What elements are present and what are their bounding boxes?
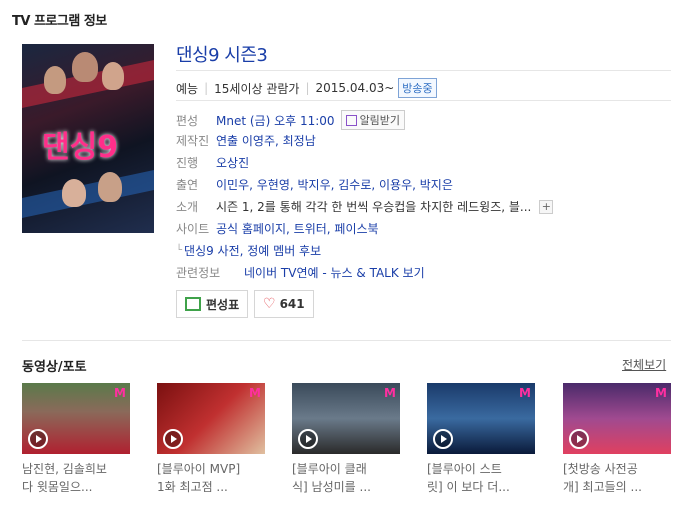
broadcast-schedule-link[interactable]: Mnet (금) 오후 11:00	[216, 112, 335, 129]
like-button[interactable]: ♡ 641	[254, 290, 314, 318]
video-caption[interactable]: [블루아이 MVP] 1화 최고점 ...	[157, 460, 267, 496]
channel-logo: M	[519, 386, 531, 400]
site-links[interactable]: 공식 홈페이지, 트위터, 페이스북	[216, 220, 379, 237]
host-link[interactable]: 오상진	[216, 154, 249, 171]
program-poster[interactable]: 댄싱9	[22, 44, 154, 233]
detail-label: 진행	[176, 156, 199, 170]
video-thumbnail[interactable]: M	[157, 383, 265, 454]
play-icon	[28, 429, 48, 449]
alarm-button[interactable]: 알림받기	[340, 110, 406, 130]
video-thumbnail[interactable]: M	[292, 383, 400, 454]
channel-logo: M	[114, 386, 126, 400]
onair-badge: 방송중	[398, 78, 437, 98]
alarm-label: 알림받기	[359, 114, 401, 127]
start-date: 2015.04.03~	[315, 81, 395, 95]
detail-row-staff: 제작진 연출 이영주, 최정남	[176, 132, 316, 149]
play-icon	[569, 429, 589, 449]
like-count: 641	[279, 297, 305, 311]
heart-icon: ♡	[263, 296, 276, 312]
genre: 예능	[176, 81, 199, 96]
poster-title: 댄싱9	[42, 130, 119, 165]
media-title: 동영상/포토	[22, 360, 87, 375]
detail-label: 출연	[176, 178, 199, 192]
video-thumbnail[interactable]: M	[22, 383, 130, 454]
extra-link[interactable]: 댄싱9 사전, 정예 멤버 후보	[184, 242, 321, 259]
play-icon	[433, 429, 453, 449]
expand-icon[interactable]: +	[539, 199, 554, 214]
channel-logo: M	[249, 386, 261, 400]
schedule-button[interactable]: 편성표	[176, 290, 249, 318]
divider	[176, 100, 671, 101]
play-icon	[298, 429, 318, 449]
channel-logo: M	[655, 386, 667, 400]
divider	[176, 70, 671, 71]
cast-link[interactable]: 이민우, 우현영, 박지우, 김수로, 이용우, 박지은	[216, 176, 453, 193]
schedule-label: 편성표	[206, 297, 240, 312]
detail-row-site: 사이트 공식 홈페이지, 트위터, 페이스북	[176, 220, 379, 237]
detail-row-schedule: 편성 Mnet (금) 오후 11:00 알림받기	[176, 110, 406, 130]
intro-text: 시즌 1, 2를 통해 각각 한 번씩 우승컵을 차지한 레드윙즈, 블...	[216, 200, 532, 214]
section-title: TV 프로그램 정보	[12, 14, 107, 29]
section-divider	[22, 340, 671, 341]
detail-row-related: 관련정보 네이버 TV연예 - 뉴스 & TALK 보기	[176, 264, 425, 281]
detail-label: 제작진	[176, 134, 210, 148]
video-caption[interactable]: 남진현, 김솔희보 다 윗몸일으...	[22, 460, 132, 496]
video-thumbnail[interactable]: M	[427, 383, 535, 454]
schedule-icon	[185, 297, 201, 311]
detail-row-intro: 소개 시즌 1, 2를 통해 각각 한 번씩 우승컵을 차지한 레드윙즈, 블.…	[176, 198, 554, 215]
detail-row-cast: 출연 이민우, 우현영, 박지우, 김수로, 이용우, 박지은	[176, 176, 453, 193]
video-thumbnail[interactable]: M	[563, 383, 671, 454]
detail-label: 소개	[176, 200, 199, 214]
program-title[interactable]: 댄싱9 시즌3	[176, 41, 268, 67]
video-caption[interactable]: [첫방송 사전공 개] 최고들의 ...	[563, 460, 673, 496]
play-icon	[163, 429, 183, 449]
detail-label: 편성	[176, 113, 199, 128]
channel-logo: M	[384, 386, 396, 400]
video-caption[interactable]: [블루아이 클래 식] 남성미를 ...	[292, 460, 402, 496]
detail-label: 사이트	[176, 222, 210, 236]
calendar-icon	[345, 114, 357, 126]
program-meta: 예능 | 15세이상 관람가 | 2015.04.03~ 방송중	[176, 78, 437, 98]
age-rating: 15세이상 관람가	[214, 81, 300, 96]
detail-label: 관련정보	[176, 266, 221, 280]
detail-row-host: 진행 오상진	[176, 154, 249, 171]
sub-arrow-icon: └	[176, 245, 183, 256]
related-link[interactable]: 네이버 TV연예 - 뉴스 & TALK 보기	[244, 264, 425, 281]
extra-link-row: └ 댄싱9 사전, 정예 멤버 후보	[176, 242, 321, 259]
staff-link[interactable]: 연출 이영주, 최정남	[216, 132, 316, 149]
video-caption[interactable]: [블루아이 스트 릿] 이 보다 더...	[427, 460, 537, 496]
view-all-link[interactable]: 전체보기	[622, 356, 666, 373]
